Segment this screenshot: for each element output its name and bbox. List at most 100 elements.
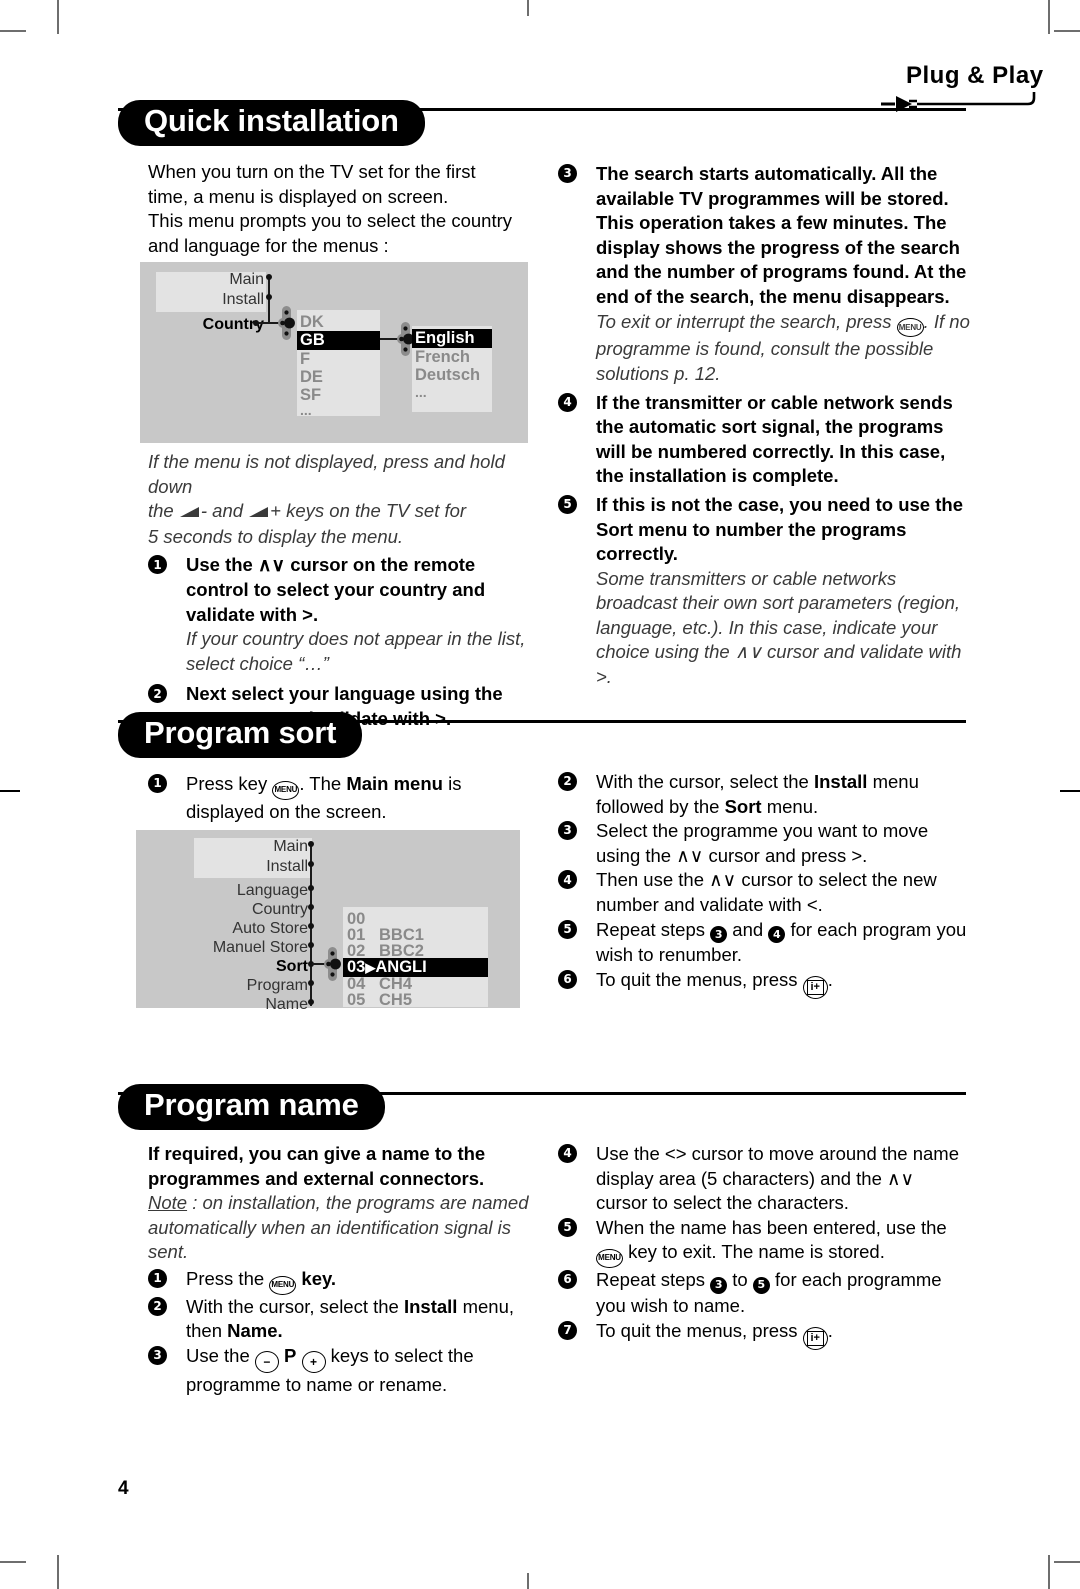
step-4-quick-install: 4 If the transmitter or cable network se… [558,391,970,489]
menu-key-icon-name[interactable]: MENU [269,1275,297,1295]
sort-row-program[interactable]: Program [188,977,308,995]
step-5-text: If this is not the case, you need to use… [596,494,963,564]
sort-row-manuel-store[interactable]: Manuel Store [168,939,308,957]
name-step-4-text: Use the <> cursor to move around the nam… [596,1143,960,1214]
sort-step-number-5: 5 [558,919,577,939]
language-item-deutsch[interactable]: Deutsch [415,366,480,385]
name-step-number-3: 3 [148,1345,167,1365]
intro-line-4: and language for the menus : [148,234,389,256]
sort-dot-4 [308,923,314,929]
menu-not-displayed-note-2: the - and + keys on the TV set for [148,499,533,525]
quick-installation-left-column: When you turn on the TV set for the firs… [148,160,528,258]
diagram-dot-main [266,274,272,280]
country-item-gb[interactable]: GB [297,331,380,350]
country-item-f[interactable]: F [300,350,310,369]
sort-row-install[interactable]: Install [210,858,308,876]
main-menu-keyword: Main menu [346,773,443,794]
name-step-6: 6 Repeat steps 3 to 5 for each programme… [558,1268,970,1318]
name-step-number-1: 1 [148,1268,167,1288]
sort-step-5: 5 Repeat steps 3 and 4 for each program … [558,918,970,968]
sort-step-6: 6 To quit the menus, press i+. [558,968,970,999]
name-step-7-b: . [827,1319,833,1341]
sort-dot-1 [308,861,314,867]
sort-row-language[interactable]: Language [190,882,308,900]
plug-and-play-label: Plug & Play [906,62,1044,89]
crop-mark-right-middle [1060,790,1080,792]
step-ref-5b: 5 [752,1276,770,1294]
sort-keyword-2: Sort [724,795,762,817]
name-step-number-2: 2 [148,1296,167,1316]
step-1-text: Use the ∧∨ cursor on the remote control … [186,554,486,625]
name-step-6-a: Repeat steps [596,1269,711,1291]
step-3-note: To exit or interrupt the search, press M… [596,310,970,387]
name-keyword: Name. [227,1320,283,1342]
sort-row-sort[interactable]: Sort [188,958,308,976]
sort-step-4-text: Then use the ∧∨ cursor to select the new… [596,869,937,915]
section-title-quick-installation: Quick installation [118,100,425,146]
info-key-icon-2[interactable]: i+ [802,1326,828,1350]
program-name-left-column: If required, you can give a name to the … [148,1142,533,1398]
step-1-quick-install: 1 Use the ∧∨ cursor on the remote contro… [148,553,533,676]
language-item-english[interactable]: English [412,329,492,348]
program-row-05-name[interactable]: CH5 [379,991,412,1010]
sort-row-main[interactable]: Main [210,838,308,856]
diagram-dot-install [266,294,272,300]
sort-step-1-a: Press key [186,773,273,794]
sort-row-country[interactable]: Country [190,901,308,919]
step-number-4: 4 [558,392,577,412]
program-down-key-icon[interactable]: − [254,1351,279,1374]
menu-key-icon-sort[interactable]: MENU [272,780,300,800]
step-number-1: 1 [148,555,167,575]
crop-mark-top-right [1048,0,1050,34]
sort-step-2: 2 With the cursor, select the Install me… [558,770,970,819]
crop-mark-left-top [0,30,26,32]
diagram-trunk-line [268,277,270,324]
sort-row-auto-store[interactable]: Auto Store [178,920,308,938]
step-3-note-a: To exit or interrupt the search, press [596,310,892,332]
language-item-more[interactable]: ... [415,384,427,400]
intro-line-2: time, a menu is displayed on screen. [148,185,449,207]
step-5-a: If this is not the case, you need to use… [596,493,963,515]
menu-key-icon[interactable]: MENU [896,318,924,338]
sort-step-number-1: 1 [148,774,167,793]
name-step-2-a: With the cursor, select the [186,1295,404,1317]
step-3-quick-install: 3 The search starts automatically. All t… [558,162,970,387]
install-keyword-3: Install [403,1295,458,1317]
sort-step-number-4: 4 [558,870,577,890]
sort-row-name[interactable]: Name [188,996,308,1014]
language-item-french[interactable]: French [415,348,470,367]
sort-step-1: 1 Press key MENU. The Main menu is displ… [148,772,538,824]
note-label: Note [148,1192,188,1214]
sort-step-2-c: menu. [761,795,819,817]
name-step-1-a: Press the [186,1267,270,1289]
country-item-dk[interactable]: DK [300,313,324,332]
program-sort-banner: Program sort [118,712,966,758]
program-up-key-icon[interactable]: + [301,1351,326,1374]
volume-down-icon [179,500,201,525]
program-row-03-num: 03 [347,958,366,976]
sort-step-number-3: 3 [558,821,577,841]
info-key-icon[interactable]: i+ [802,975,828,999]
program-sort-right-column: 2 With the cursor, select the Install me… [558,770,970,999]
sort-step-6-a: To quit the menus, press [596,968,803,990]
intro-line-1: When you turn on the TV set for the firs… [148,161,476,182]
sort-dot-2 [308,885,314,891]
menu-key-icon-name-2[interactable]: MENU [596,1249,623,1269]
name-step-7: 7 To quit the menus, press i+. [558,1319,970,1350]
quick-installation-right-column: 3 The search starts automatically. All t… [558,162,970,690]
program-row-05-num[interactable]: 05 [347,991,365,1010]
cursor-pad-icon-1 [278,306,295,340]
name-step-6-b: to [727,1269,753,1291]
name-step-number-4: 4 [558,1144,577,1163]
name-step-3-a: Use the [186,1344,255,1366]
country-item-de[interactable]: DE [300,368,323,387]
program-name-right-column: 4 Use the <> cursor to move around the n… [558,1142,970,1350]
step-ref-3: 3 [710,926,728,944]
sort-dot-0 [308,841,314,847]
country-item-more[interactable]: ... [300,402,312,418]
volume-up-icon [248,500,270,525]
menu-not-displayed-note-1: If the menu is not displayed, press and … [148,451,505,497]
crop-mark-top-left [57,0,59,34]
name-step-number-5: 5 [558,1217,577,1237]
crop-mark-top-middle [527,0,529,16]
